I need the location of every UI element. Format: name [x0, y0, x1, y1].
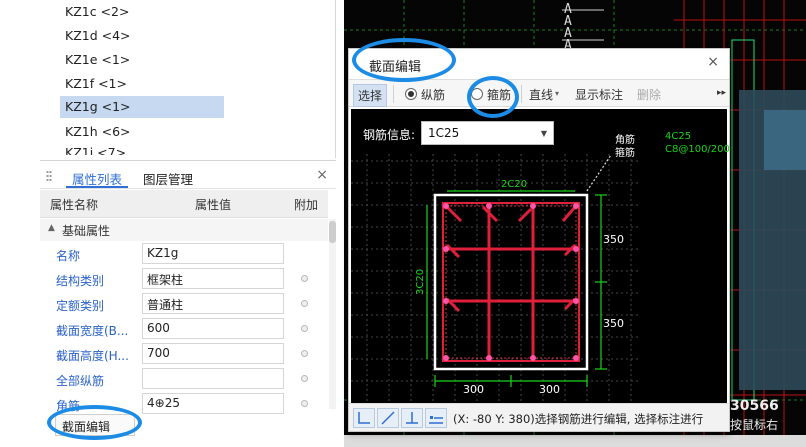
app-root: KZ1c <2> KZ1d <4> KZ1e <1> KZ1f <1> KZ1g… — [0, 0, 806, 447]
extra-toggle-icon[interactable] — [301, 325, 308, 332]
property-value-field[interactable]: 4⊕25 — [142, 393, 284, 414]
property-value-field[interactable]: KZ1g — [142, 243, 284, 264]
collapse-arrow-icon[interactable]: ▲ — [48, 223, 55, 233]
property-name: 名称 — [56, 249, 81, 263]
property-row[interactable]: 定额类别 普通柱 — [40, 292, 328, 316]
extra-toggle-icon[interactable] — [301, 400, 308, 407]
col-header-name: 属性名称 — [50, 198, 99, 212]
legend-stirrup-value: C8@100/200 — [665, 144, 730, 155]
top-rebar-label[interactable]: 2C20 — [501, 179, 527, 190]
highlight-ring — [47, 405, 142, 440]
component-list: KZ1c <2> KZ1d <4> KZ1e <1> KZ1f <1> KZ1g… — [40, 0, 375, 158]
status-text: (X: -80 Y: 380)选择钢筋进行编辑, 选择标注进行 — [453, 412, 704, 426]
chevron-down-icon[interactable]: ▾ — [555, 89, 559, 98]
list-item[interactable]: KZ1f <1> — [60, 73, 135, 95]
rebar-info-value: 1C25 — [428, 126, 460, 140]
props-scrollbar[interactable] — [329, 219, 336, 409]
list-item[interactable]: KZ1d <4> — [60, 25, 139, 47]
property-table-header: 属性名称 属性值 附加 — [40, 190, 328, 218]
midpoint-snap-icon[interactable] — [425, 408, 447, 428]
chevron-down-icon[interactable]: ▼ — [541, 129, 547, 138]
close-icon[interactable]: × — [316, 167, 328, 183]
toolbar-overflow-icon[interactable]: ▸▸ — [717, 88, 726, 98]
property-row[interactable]: 截面宽度(B... 600 — [40, 317, 328, 341]
perpendicular-snap-icon[interactable] — [401, 408, 423, 428]
property-name: 全部纵筋 — [56, 374, 105, 388]
property-name: 定额类别 — [56, 299, 105, 313]
legend-stirrup: 箍筋 — [615, 148, 635, 159]
dim-right-top[interactable]: 350 — [603, 233, 624, 246]
radio-longitudinal[interactable] — [405, 88, 417, 100]
group-label: 基础属性 — [62, 224, 111, 238]
property-value-field[interactable]: 700 — [142, 343, 284, 364]
property-name: 截面高度(H... — [56, 349, 129, 363]
dim-bottom-left[interactable]: 300 — [463, 383, 484, 396]
line-dropdown[interactable]: 直线 — [529, 86, 553, 103]
list-item-selected[interactable]: KZ1g <1> — [60, 96, 224, 118]
line-snap-icon[interactable] — [377, 408, 399, 428]
longitudinal-label[interactable]: 纵筋 — [421, 86, 445, 103]
orthogonal-snap-icon[interactable] — [353, 408, 375, 428]
list-item[interactable]: KZ1h <6> — [60, 121, 139, 143]
section-editor-dialog: 截面编辑 × 选择 纵筋 箍筋 直线 ▾ 显示标注 删除 ▸▸ 钢筋信息: 1C… — [348, 48, 730, 432]
properties-panel: 属性列表 图层管理 × 属性名称 属性值 附加 ▲ 基础属性 名称 KZ1g 结构类… — [40, 160, 336, 447]
extra-toggle-icon[interactable] — [301, 275, 308, 282]
property-row[interactable]: 全部纵筋 — [40, 367, 328, 391]
list-item[interactable]: KZ1e <1> — [60, 49, 138, 71]
toolbar-divider — [393, 85, 394, 103]
property-value-field[interactable]: 普通柱 — [142, 293, 284, 314]
group-row-basic[interactable]: ▲ 基础属性 — [40, 219, 328, 241]
property-name: 结构类别 — [56, 274, 105, 288]
extra-toggle-icon[interactable] — [301, 300, 308, 307]
list-item[interactable]: KZ1i <7> — [60, 145, 134, 155]
col-header-extra: 附加 — [294, 198, 319, 212]
list-item[interactable]: KZ1c <2> — [60, 1, 137, 23]
props-tabbar: 属性列表 图层管理 × — [40, 161, 336, 189]
props-scroll-thumb[interactable] — [329, 221, 336, 243]
property-value-field[interactable]: 框架柱 — [142, 268, 284, 289]
extra-toggle-icon[interactable] — [301, 350, 308, 357]
active-tab-underline — [66, 186, 128, 188]
dialog-toolbar: 选择 纵筋 箍筋 直线 ▾ 显示标注 删除 ▸▸ — [349, 79, 729, 107]
drag-grip-icon[interactable] — [46, 170, 52, 182]
highlight-ring — [352, 38, 456, 82]
toolbar-divider — [521, 85, 522, 103]
cad-text: 按鼠标右 — [730, 418, 779, 432]
property-row[interactable]: 截面高度(H... 700 — [40, 342, 328, 366]
close-icon[interactable]: × — [707, 54, 719, 70]
highlight-ring — [467, 76, 519, 118]
left-rebar-label[interactable]: 3C20 — [415, 265, 426, 295]
dialog-statusbar: (X: -80 Y: 380)选择钢筋进行编辑, 选择标注进行 — [349, 403, 729, 431]
cad-text: 30566 — [730, 398, 779, 414]
dim-bottom-right[interactable]: 300 — [539, 383, 560, 396]
rebar-info-select[interactable]: 1C25 ▼ — [421, 121, 554, 145]
dim-right-bottom[interactable]: 350 — [603, 317, 624, 330]
legend-corner-value: 4C25 — [665, 131, 692, 142]
extra-toggle-icon[interactable] — [301, 375, 308, 382]
section-canvas[interactable]: 钢筋信息: 1C25 ▼ 角筋 箍筋 4C25 C8@100/200 2C20 3… — [351, 109, 730, 403]
delete-button[interactable]: 删除 — [637, 86, 661, 103]
show-label-button[interactable]: 显示标注 — [575, 86, 623, 103]
select-button[interactable]: 选择 — [353, 84, 388, 107]
col-header-value: 属性值 — [195, 198, 232, 212]
property-value-field[interactable] — [142, 368, 284, 389]
property-row[interactable]: 结构类别 框架柱 — [40, 267, 328, 291]
rebar-info-label: 钢筋信息: — [363, 128, 416, 142]
cad-bottom-bar — [344, 435, 806, 447]
property-row[interactable]: 名称 KZ1g — [40, 242, 328, 266]
property-name: 截面宽度(B... — [56, 324, 129, 338]
property-value-field[interactable]: 600 — [142, 318, 284, 339]
tab-layer-manager[interactable]: 图层管理 — [143, 169, 193, 188]
